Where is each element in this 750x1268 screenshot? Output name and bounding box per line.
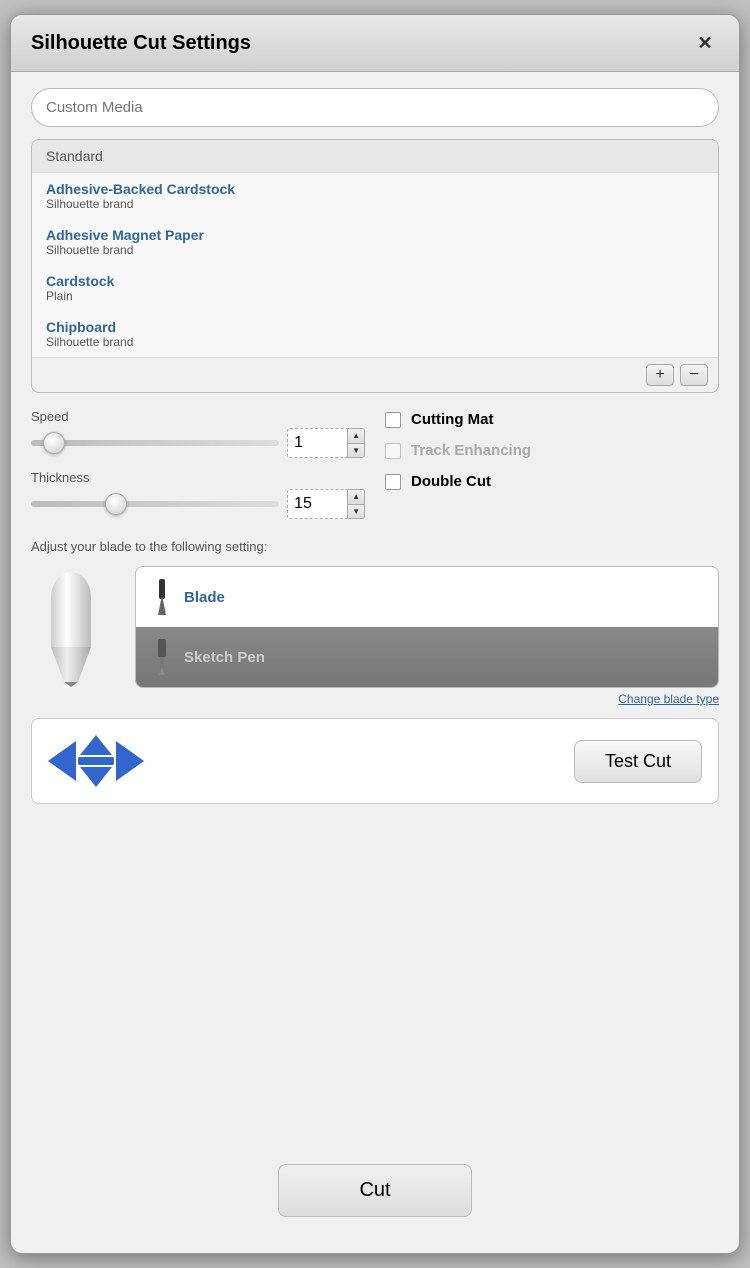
- double-cut-label: Double Cut: [411, 473, 491, 490]
- speed-spinner: ▲ ▼: [347, 428, 365, 458]
- media-item-sub: Plain: [46, 289, 704, 303]
- speed-label: Speed: [31, 409, 365, 424]
- thickness-label: Thickness: [31, 470, 365, 485]
- arrow-center-line: [78, 757, 114, 765]
- sketch-pen-svg: [153, 639, 171, 675]
- speed-slider-row: ▲ ▼: [31, 428, 365, 458]
- arrow-center-group: [78, 735, 114, 787]
- controls-row: Speed ▲ ▼: [31, 409, 719, 519]
- test-cut-section: Test Cut: [31, 718, 719, 804]
- thickness-decrement-button[interactable]: ▼: [348, 505, 364, 519]
- checkboxes-section: Cutting Mat Track Enhancing Double Cut: [385, 409, 719, 490]
- speed-input[interactable]: [287, 428, 347, 458]
- close-button[interactable]: ✕: [691, 29, 719, 57]
- blade-image: [31, 567, 111, 687]
- media-item-name: Chipboard: [46, 319, 704, 335]
- media-list-header: Standard: [32, 140, 718, 173]
- sketch-pen-icon: [150, 639, 174, 675]
- cutting-mat-label: Cutting Mat: [411, 411, 493, 428]
- arrow-down-icon: [80, 767, 112, 787]
- blade-tool-svg: [153, 579, 171, 615]
- navigation-arrows[interactable]: [48, 735, 144, 787]
- track-enhancing-label: Track Enhancing: [411, 442, 531, 459]
- arrows-container: [48, 735, 144, 787]
- thickness-group: Thickness ▲ ▼: [31, 470, 365, 519]
- thickness-slider-row: ▲ ▼: [31, 489, 365, 519]
- cut-button-container: Cut: [31, 1144, 719, 1237]
- media-item-sub: Silhouette brand: [46, 243, 704, 257]
- double-cut-checkbox[interactable]: [385, 474, 401, 490]
- media-list-container: Standard Adhesive-Backed Cardstock Silho…: [31, 139, 719, 393]
- speed-decrement-button[interactable]: ▼: [348, 444, 364, 458]
- thickness-slider-track[interactable]: [31, 501, 279, 507]
- thickness-increment-button[interactable]: ▲: [348, 490, 364, 505]
- thickness-slider-thumb[interactable]: [105, 493, 127, 515]
- media-item-name: Adhesive Magnet Paper: [46, 227, 704, 243]
- media-item-sub: Silhouette brand: [46, 197, 704, 211]
- speed-slider-thumb[interactable]: [43, 432, 65, 454]
- blade-icon: [150, 579, 174, 615]
- media-item-name: Adhesive-Backed Cardstock: [46, 181, 704, 197]
- custom-media-input[interactable]: [31, 88, 719, 127]
- blade-option-blade[interactable]: Blade: [136, 567, 718, 627]
- test-cut-button[interactable]: Test Cut: [574, 740, 702, 783]
- main-window: Silhouette Cut Settings ✕ Standard Adhes…: [10, 14, 740, 1254]
- blade-section-inner: Blade Sketch Pen: [31, 566, 719, 688]
- double-cut-row: Double Cut: [385, 473, 719, 490]
- blade-illustration-svg: [36, 567, 106, 687]
- speed-slider-track[interactable]: [31, 440, 279, 446]
- list-item[interactable]: Adhesive Magnet Paper Silhouette brand: [32, 219, 718, 265]
- list-item[interactable]: Chipboard Silhouette brand: [32, 311, 718, 357]
- arrow-right-icon: [116, 741, 144, 781]
- thickness-spinner: ▲ ▼: [347, 489, 365, 519]
- blade-option-sketch-pen[interactable]: Sketch Pen: [136, 627, 718, 687]
- blade-section: Adjust your blade to the following setti…: [31, 539, 719, 706]
- spacer: [31, 816, 719, 1132]
- speed-input-box: ▲ ▼: [287, 428, 365, 458]
- arrow-up-icon: [80, 735, 112, 755]
- content-area: Standard Adhesive-Backed Cardstock Silho…: [11, 72, 739, 1253]
- blade-options: Blade Sketch Pen: [135, 566, 719, 688]
- media-item-name: Cardstock: [46, 273, 704, 289]
- speed-increment-button[interactable]: ▲: [348, 429, 364, 444]
- cutting-mat-row: Cutting Mat: [385, 411, 719, 428]
- thickness-input[interactable]: [287, 489, 347, 519]
- media-list: Adhesive-Backed Cardstock Silhouette bra…: [32, 173, 718, 357]
- blade-option-blade-label: Blade: [184, 589, 225, 606]
- blade-instruction: Adjust your blade to the following setti…: [31, 539, 719, 554]
- title-bar: Silhouette Cut Settings ✕: [11, 15, 739, 72]
- window-title: Silhouette Cut Settings: [31, 32, 251, 55]
- speed-group: Speed ▲ ▼: [31, 409, 365, 458]
- list-item[interactable]: Adhesive-Backed Cardstock Silhouette bra…: [32, 173, 718, 219]
- blade-option-sketch-pen-label: Sketch Pen: [184, 649, 265, 666]
- list-buttons: + −: [32, 357, 718, 392]
- list-item[interactable]: Cardstock Plain: [32, 265, 718, 311]
- remove-media-button[interactable]: −: [680, 364, 708, 386]
- thickness-input-box: ▲ ▼: [287, 489, 365, 519]
- add-media-button[interactable]: +: [646, 364, 674, 386]
- sliders-section: Speed ▲ ▼: [31, 409, 365, 519]
- arrow-left-icon: [48, 741, 76, 781]
- cut-button[interactable]: Cut: [278, 1164, 471, 1217]
- change-blade-link[interactable]: Change blade type: [31, 692, 719, 706]
- track-enhancing-row: Track Enhancing: [385, 442, 719, 459]
- media-item-sub: Silhouette brand: [46, 335, 704, 349]
- track-enhancing-checkbox[interactable]: [385, 443, 401, 459]
- cutting-mat-checkbox[interactable]: [385, 412, 401, 428]
